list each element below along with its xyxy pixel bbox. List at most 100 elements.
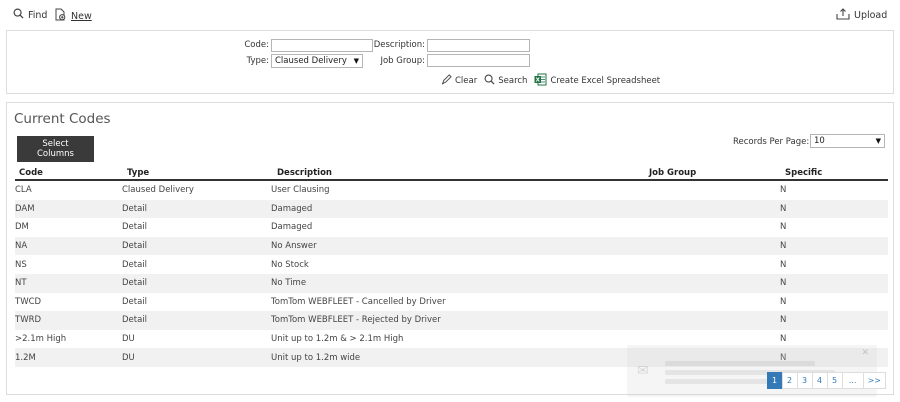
search-icon [13,8,24,22]
table-row[interactable]: TWRD Detail TomTom WEBFLEET - Rejected by … [15,311,888,330]
page-button[interactable]: 5 [826,372,843,389]
cell-type: Detail [122,203,148,214]
excel-icon: X [534,73,547,89]
table-body: CLA Claused Delivery User Clausing N DAM Deta… [15,181,888,367]
new-button[interactable]: New [54,8,92,24]
table-row[interactable]: CLA Claused Delivery User Clausing N [15,181,888,200]
upload-button[interactable]: Upload [836,8,887,23]
table-row[interactable]: NS Detail No Stock N [15,255,888,274]
clear-button[interactable]: Clear [441,74,477,88]
cell-type: DU [122,334,135,345]
table-row[interactable]: DM Detail Damaged N [15,218,888,237]
search-panel: Code: Description: Type: Claused Deliver… [6,30,894,94]
cell-code: TWCD [15,296,42,307]
column-header-code[interactable]: Code [19,167,43,179]
cell-type: Detail [122,222,148,233]
description-label: Description: [373,40,425,50]
codes-table: Code Type Description Job Group Specific… [15,167,888,367]
table-row[interactable]: TWCD Detail TomTom WEBFLEET - Cancelled by… [15,293,888,312]
records-per-page-label: Records Per Page: [733,137,810,147]
page-button[interactable]: 1 [766,372,783,389]
cell-code: TWRD [15,315,42,326]
cell-code: DAM [15,203,35,214]
type-label: Type: [246,56,269,66]
cell-type: Detail [122,296,148,307]
cell-type: Detail [122,315,148,326]
column-header-type[interactable]: Type [127,167,149,179]
upload-icon [836,8,850,23]
cell-type: Detail [122,241,148,252]
pagination-ellipsis[interactable]: ... [841,372,864,389]
records-per-page-select[interactable]: 10 ▼ [810,134,885,148]
cell-description: Unit up to 1.2m wide [271,352,361,363]
notification-icon: ✉ [637,363,649,379]
cell-type: Claused Delivery [122,185,194,196]
cell-code: CLA [15,185,32,196]
cell-code: 1.2M [15,352,36,363]
find-button[interactable]: Find [13,8,47,22]
cell-description: No Time [271,278,307,289]
codes-panel: Current Codes Select Columns Records Per… [6,102,894,397]
create-excel-button[interactable]: X Create Excel Spreadsheet [534,73,660,89]
cell-description: Unit up to 1.2m & > 2.1m High [271,334,404,345]
cell-specific: N [780,278,787,289]
page-button[interactable]: 3 [796,372,813,389]
cell-description: User Clausing [271,185,330,196]
cell-description: TomTom WEBFLEET - Rejected by Driver [271,315,441,326]
pencil-icon [441,74,452,88]
cell-code: NA [15,241,28,252]
cell-description: No Stock [271,259,309,270]
cell-type: Detail [122,259,148,270]
top-toolbar: Find New Upload [0,0,900,28]
cell-code: NS [15,259,27,270]
panel-title: Current Codes [14,111,111,127]
close-icon[interactable]: ✕ [861,348,869,358]
cell-description: No Answer [271,241,317,252]
page-button[interactable]: 2 [781,372,798,389]
pagination: 1 2 3 4 5... >> [766,372,886,389]
dropdown-arrow-icon: ▼ [353,56,359,65]
page-button[interactable]: 4 [811,372,828,389]
job-group-label: Job Group: [380,56,425,66]
cell-description: Damaged [271,203,313,214]
column-header-description[interactable]: Description [277,167,332,179]
find-label: Find [28,9,48,21]
type-selected-value: Claused Delivery [275,55,347,66]
new-label: New [71,10,92,22]
description-input[interactable] [427,39,530,52]
dropdown-arrow-icon: ▼ [875,136,881,145]
search-icon [484,74,495,88]
select-columns-button[interactable]: Select Columns [17,136,94,162]
column-header-job-group[interactable]: Job Group [649,167,696,179]
cell-code: >2.1m High [15,334,67,345]
cell-specific: N [780,296,787,307]
code-label: Code: [244,40,269,50]
column-header-specific[interactable]: Specific [785,167,822,179]
search-button[interactable]: Search [484,74,527,88]
records-per-page-value: 10 [814,135,825,146]
table-row[interactable]: NA Detail No Answer N [15,236,888,256]
search-actions: Clear Search X Create Excel Spreadsheet [441,73,667,89]
table-row[interactable]: DAM Detail Damaged N [15,199,888,219]
next-pages-button[interactable]: >> [862,372,886,389]
cell-specific: N [780,222,787,233]
search-label: Search [498,76,528,86]
clear-label: Clear [455,76,478,86]
job-group-input[interactable] [427,54,530,67]
upload-label: Upload [854,10,888,21]
code-input[interactable] [271,39,373,52]
cell-type: Detail [122,278,148,289]
cell-type: DU [122,352,135,363]
notification-toast: ✉ ✕ [627,345,877,397]
cell-code: NT [15,278,27,289]
cell-description: Damaged [271,222,313,233]
cell-specific: N [780,259,787,270]
table-row[interactable]: NT Detail No Time N [15,273,888,293]
cell-specific: N [780,185,787,196]
cell-description: TomTom WEBFLEET - Cancelled by Driver [271,296,446,307]
type-select[interactable]: Claused Delivery ▼ [271,54,363,68]
cell-specific: N [780,315,787,326]
new-document-icon [54,8,67,24]
cell-specific: N [780,241,787,252]
cell-specific: N [780,203,787,214]
